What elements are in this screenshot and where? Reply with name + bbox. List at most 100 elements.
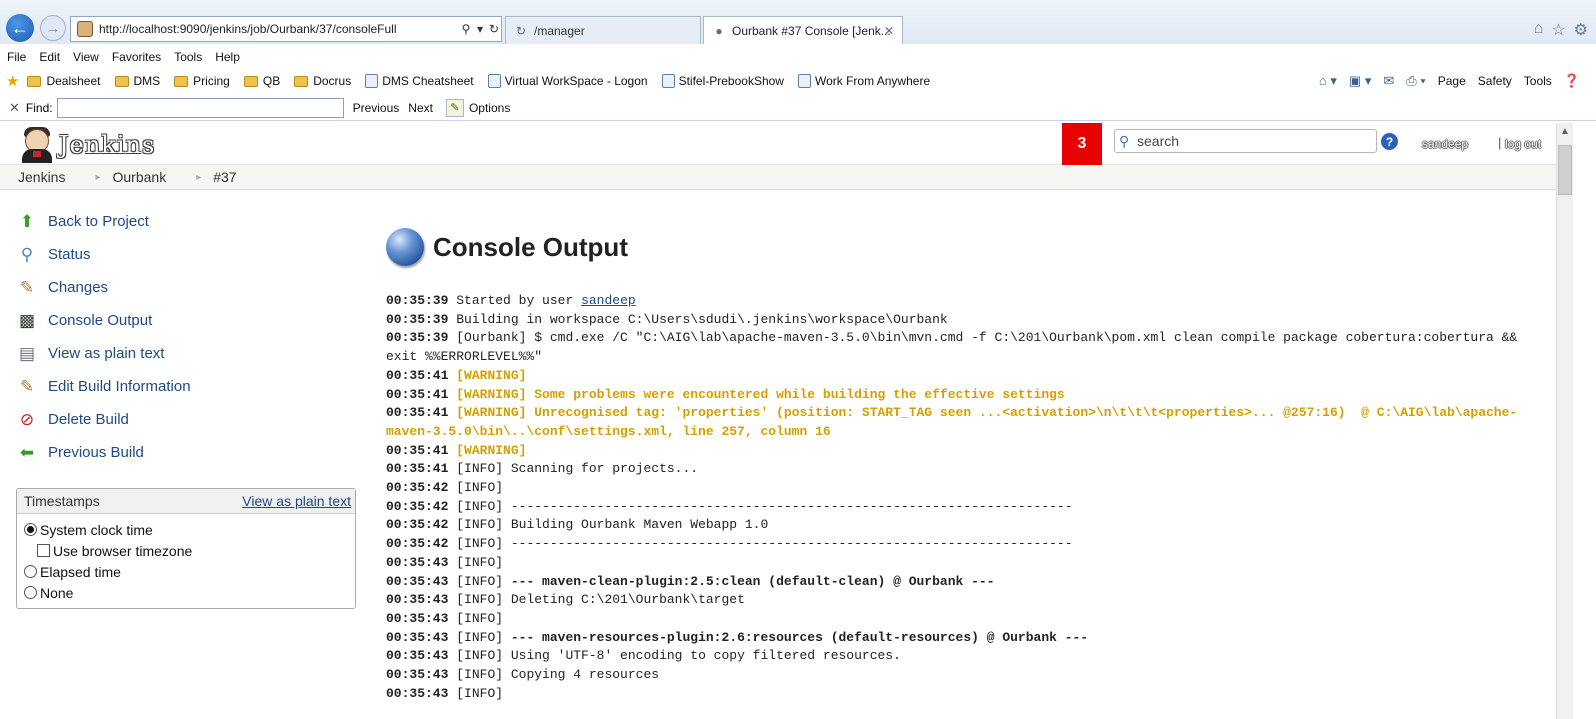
- jenkins-header: Jenkins 3 ⚲ ? sandeep | log out: [0, 123, 1556, 165]
- menu-help[interactable]: Help: [208, 47, 246, 67]
- tools-menu[interactable]: Tools: [1524, 74, 1552, 88]
- user-link[interactable]: sandeep: [581, 293, 636, 308]
- task-status[interactable]: ⚲ Status: [16, 238, 356, 271]
- console-bold-text: --- maven-resources-plugin:2.6:resources…: [510, 629, 1089, 645]
- forward-button[interactable]: →: [40, 15, 66, 41]
- pencil-icon[interactable]: ✎: [445, 98, 464, 117]
- task-previous-build[interactable]: ⬅ Previous Build: [16, 436, 356, 469]
- console-line: 00:35:39 Building in workspace C:\Users\…: [386, 311, 1554, 330]
- timestamps-title: Timestamps: [24, 493, 100, 509]
- search-input[interactable]: [1137, 131, 1376, 151]
- breadcrumb-jenkins[interactable]: Jenkins: [18, 169, 65, 185]
- find-previous-button[interactable]: Previous: [353, 101, 400, 115]
- notification-badge[interactable]: 3: [1062, 123, 1102, 165]
- tab-manager[interactable]: ↻ /manager: [505, 16, 701, 44]
- address-bar[interactable]: http://localhost:9090/jenkins/job/Ourban…: [70, 16, 502, 42]
- favorite-pricing[interactable]: Pricing: [174, 74, 230, 88]
- user-link[interactable]: sandeep: [1422, 137, 1468, 151]
- help-circle-icon[interactable]: ❓: [1564, 73, 1580, 89]
- breadcrumb: Jenkins ▸ Ourbank ▸ #37: [0, 165, 1556, 190]
- menu-favorites[interactable]: Favorites: [105, 47, 167, 67]
- star-icon[interactable]: ☆: [1551, 20, 1565, 40]
- favorite-dms[interactable]: DMS: [114, 74, 160, 88]
- print-icon[interactable]: ⎙ ▾: [1406, 73, 1425, 89]
- console-timestamp: 00:35:43: [386, 573, 449, 589]
- task-edit-build-information[interactable]: ✎ Edit Build Information: [16, 370, 356, 403]
- radio-system-clock-time[interactable]: System clock time: [17, 519, 355, 540]
- scrollbar-thumb[interactable]: [1558, 145, 1572, 195]
- scrollbar[interactable]: ▲: [1556, 123, 1573, 719]
- page-menu[interactable]: Page: [1438, 74, 1466, 88]
- task-console-output[interactable]: ▩ Console Output: [16, 304, 356, 337]
- menu-tools[interactable]: Tools: [167, 47, 208, 67]
- task-delete-build[interactable]: ⊘ Delete Build: [16, 403, 356, 436]
- mail-icon[interactable]: ✉: [1383, 73, 1394, 89]
- favorite-work-from-anywhere[interactable]: Work From Anywhere: [797, 74, 930, 88]
- gear-icon[interactable]: ⚙: [1574, 20, 1588, 40]
- task-view-plain-text[interactable]: ▤ View as plain text: [16, 337, 356, 370]
- chevron-right-icon[interactable]: ▸: [196, 172, 201, 183]
- radio-unselected-icon[interactable]: [24, 565, 37, 578]
- rss-icon[interactable]: ▣ ▾: [1349, 73, 1371, 89]
- favorite-virtual-workspace[interactable]: Virtual WorkSpace - Logon: [487, 74, 648, 88]
- close-icon[interactable]: ✕: [884, 24, 894, 38]
- console-timestamp: 00:35:42: [386, 480, 449, 496]
- radio-elapsed-time[interactable]: Elapsed time: [17, 561, 355, 582]
- home-icon[interactable]: ⌂ ▾: [1319, 73, 1337, 89]
- console-timestamp: 00:35:41: [386, 386, 449, 402]
- terminal-icon: ▩: [18, 310, 36, 330]
- dropdown-icon[interactable]: ▾: [473, 22, 487, 36]
- favorite-docrus[interactable]: Docrus: [294, 74, 351, 88]
- back-button[interactable]: ←: [4, 12, 36, 44]
- safety-menu[interactable]: Safety: [1478, 74, 1512, 88]
- logout-link[interactable]: log out: [1505, 137, 1541, 151]
- console-timestamp: 00:35:43: [386, 592, 449, 608]
- webpage-icon: [661, 74, 675, 88]
- favorite-dealsheet[interactable]: Dealsheet: [27, 74, 101, 88]
- help-icon[interactable]: ?: [1381, 133, 1398, 150]
- task-changes[interactable]: ✎ Changes: [16, 271, 356, 304]
- close-icon[interactable]: ✕: [9, 100, 20, 116]
- task-back-to-project[interactable]: ⬆ Back to Project: [16, 205, 356, 238]
- address-url[interactable]: http://localhost:9090/jenkins/job/Ourban…: [99, 22, 459, 36]
- jenkins-favicon-icon: [77, 21, 93, 37]
- console-line: 00:35:43 [INFO]: [386, 685, 1554, 704]
- refresh-icon[interactable]: ↻: [487, 22, 501, 36]
- home-icon[interactable]: ⌂: [1534, 20, 1544, 40]
- find-options-button[interactable]: Options: [469, 101, 510, 115]
- favorite-stifel-prebookshow[interactable]: Stifel-PrebookShow: [661, 74, 784, 88]
- checkbox-icon[interactable]: [37, 544, 50, 557]
- radio-selected-icon[interactable]: [24, 523, 37, 536]
- console-line: 00:35:39 Started by user sandeep: [386, 292, 1554, 311]
- menu-view[interactable]: View: [66, 47, 105, 67]
- console-timestamp: 00:35:39: [386, 330, 449, 346]
- console-text: [INFO] ---------------------------------…: [456, 536, 1073, 552]
- console-timestamp: 00:35:41: [386, 461, 449, 477]
- console-text: [INFO]: [456, 554, 504, 570]
- favorite-qb[interactable]: QB: [243, 74, 280, 88]
- chevron-right-icon[interactable]: ▸: [95, 172, 100, 183]
- console-line: 00:35:39 [Ourbank] $ cmd.exe /C "C:\AIG\…: [386, 329, 1554, 366]
- console-line: 00:35:42 [INFO] ------------------------…: [386, 498, 1554, 517]
- scroll-up-icon[interactable]: ▲: [1557, 123, 1573, 140]
- radio-none[interactable]: None: [17, 582, 355, 603]
- console-timestamp: 00:35:43: [386, 685, 449, 701]
- view-plain-text-link[interactable]: View as plain text: [242, 493, 351, 509]
- find-next-button[interactable]: Next: [408, 101, 433, 115]
- search-icon[interactable]: ⚲: [459, 22, 473, 36]
- find-input[interactable]: [56, 97, 344, 118]
- favorite-dms-cheatsheet[interactable]: DMS Cheatsheet: [365, 74, 474, 88]
- menu-edit[interactable]: Edit: [32, 47, 66, 67]
- favorites-star-icon[interactable]: ★: [6, 72, 19, 90]
- console-text: [WARNING] Some problems were encountered…: [456, 386, 1065, 402]
- console-line: 00:35:43 [INFO] Copying 4 resources: [386, 666, 1554, 685]
- checkbox-browser-timezone[interactable]: Use browser timezone: [17, 540, 355, 561]
- up-arrow-icon: ⬆: [19, 211, 35, 231]
- tab-console[interactable]: ● Ourbank #37 Console [Jenk... ✕: [703, 16, 903, 44]
- jenkins-logo[interactable]: Jenkins: [19, 127, 155, 163]
- radio-unselected-icon[interactable]: [24, 586, 37, 599]
- breadcrumb-build[interactable]: #37: [213, 169, 236, 185]
- breadcrumb-ourbank[interactable]: Ourbank: [113, 169, 167, 185]
- menu-file[interactable]: File: [0, 47, 32, 67]
- side-panel-tasks: ⬆ Back to Project ⚲ Status ✎ Changes ▩ C…: [16, 205, 356, 469]
